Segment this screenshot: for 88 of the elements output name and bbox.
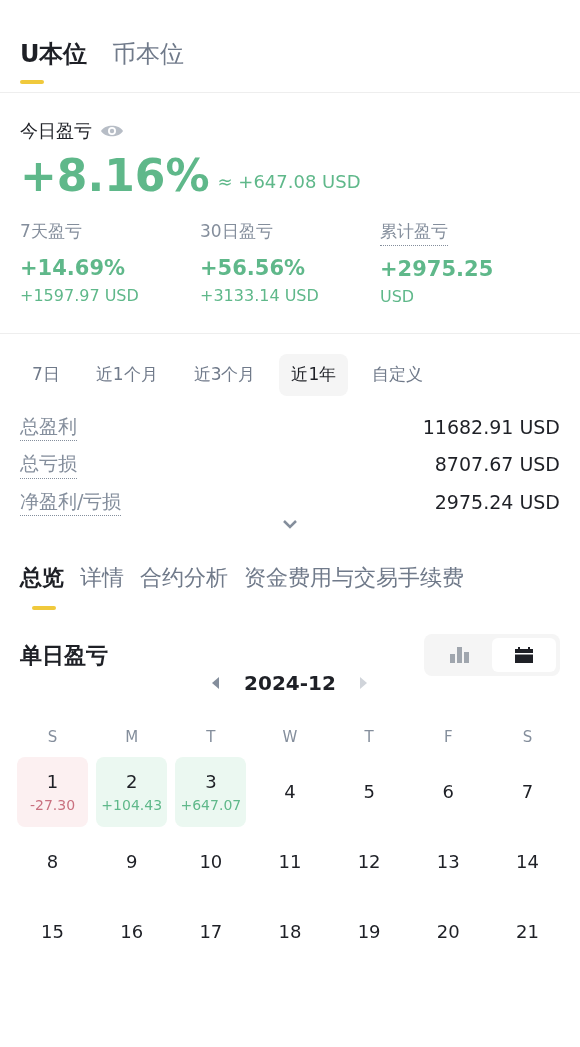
calendar-day[interactable]: 8 xyxy=(17,826,89,897)
section-tab[interactable]: 资金费用与交易手续费 xyxy=(244,561,464,610)
weekday-label: F xyxy=(442,727,454,748)
day-number: 12 xyxy=(357,850,381,874)
today-pnl-percent: +8.16% xyxy=(20,149,210,203)
summary-label: 净盈利/亏损 xyxy=(20,486,122,516)
bar-chart-icon xyxy=(450,647,470,663)
day-number: 5 xyxy=(363,780,375,804)
calendar-day[interactable]: 20 xyxy=(412,896,484,967)
weekday-label: M xyxy=(124,727,140,748)
summary-value: 2975.24 USD xyxy=(434,489,560,515)
calendar-day[interactable]: 12 xyxy=(333,826,405,897)
day-number: 14 xyxy=(515,850,539,874)
calendar-view-button[interactable] xyxy=(492,638,556,672)
calendar-day[interactable]: 15 xyxy=(17,896,89,967)
calendar-day[interactable]: 16 xyxy=(96,896,168,967)
day-number: 2 xyxy=(126,769,138,794)
day-pnl: -27.30 xyxy=(30,795,76,815)
summary-label: 总盈利 xyxy=(20,411,77,441)
calendar-day[interactable]: 9 xyxy=(96,826,168,897)
calendar-day[interactable]: 1 -27.30 xyxy=(17,756,89,827)
day-number: 15 xyxy=(41,920,64,944)
calendar-day[interactable]: 10 xyxy=(175,826,247,897)
day-number: 11 xyxy=(278,850,302,874)
summary-value: 8707.67 USD xyxy=(434,452,560,477)
day-number: 7 xyxy=(521,780,534,804)
summary-value: 11682.91 USD xyxy=(422,414,560,440)
day-number: 10 xyxy=(199,850,223,874)
period-percent: +14.69% xyxy=(20,254,126,282)
calendar-day[interactable]: 13 xyxy=(412,826,484,897)
daily-pnl-title: 单日盈亏 xyxy=(20,641,108,670)
day-number: 6 xyxy=(442,780,454,804)
range-tab[interactable]: 7日 xyxy=(20,354,72,396)
day-number: 1 xyxy=(46,769,59,794)
day-number: 4 xyxy=(284,780,296,804)
calendar-day[interactable]: 3 +647.07 xyxy=(175,756,247,827)
day-pnl: +647.07 xyxy=(180,795,242,815)
period-amount: USD xyxy=(380,286,415,308)
day-number: 8 xyxy=(46,850,59,874)
calendar-day[interactable]: 5 xyxy=(333,756,405,827)
period-amount: +3133.14 USD xyxy=(200,285,319,307)
calendar-day[interactable]: 19 xyxy=(333,896,405,967)
period-percent: +2975.25 xyxy=(380,255,494,283)
range-tab[interactable]: 近3个月 xyxy=(181,354,268,396)
period-label: 7天盈亏 xyxy=(20,220,82,243)
weekday-label: S xyxy=(46,727,59,748)
day-number: 3 xyxy=(205,769,217,794)
previous-month-icon[interactable] xyxy=(212,677,221,689)
day-number: 21 xyxy=(515,920,539,944)
today-pnl-label: 今日盈亏 xyxy=(20,119,92,143)
weekday-label: T xyxy=(363,727,375,748)
calendar-day[interactable]: 7 xyxy=(491,756,563,827)
calendar-day[interactable]: 6 xyxy=(412,756,484,827)
day-number: 20 xyxy=(436,920,460,944)
calendar-day[interactable]: 11 xyxy=(254,826,326,897)
day-number: 13 xyxy=(436,850,460,874)
currency-tab[interactable]: U本位 xyxy=(20,36,88,84)
calendar-day[interactable]: 14 xyxy=(491,826,563,897)
period-label: 累计盈亏 xyxy=(380,219,448,246)
calendar-day[interactable]: 17 xyxy=(175,896,247,967)
day-pnl: +104.43 xyxy=(101,795,163,815)
weekday-label: W xyxy=(281,727,299,748)
calendar-day[interactable]: 21 xyxy=(491,896,563,967)
period-amount: +1597.97 USD xyxy=(20,285,139,307)
period-label: 30日盈亏 xyxy=(200,220,273,243)
month-label: 2024-12 xyxy=(244,670,336,697)
weekday-label: T xyxy=(205,727,217,748)
range-tab[interactable]: 自定义 xyxy=(360,354,436,396)
chevron-down-icon[interactable] xyxy=(283,520,297,529)
range-tab[interactable]: 近1年 xyxy=(279,354,349,396)
summary-label: 总亏损 xyxy=(20,449,77,479)
day-number: 9 xyxy=(126,850,138,874)
calendar-day[interactable]: 18 xyxy=(254,896,326,967)
day-number: 16 xyxy=(120,920,144,944)
weekday-label: S xyxy=(521,727,534,748)
currency-tab[interactable]: 币本位 xyxy=(111,36,184,84)
day-number: 18 xyxy=(278,920,302,944)
period-percent: +56.56% xyxy=(200,254,306,282)
section-tab[interactable]: 详情 xyxy=(80,561,124,610)
calendar-icon xyxy=(515,647,533,663)
day-number: 17 xyxy=(199,920,223,944)
calendar-day[interactable]: 4 xyxy=(254,756,326,827)
range-tab[interactable]: 近1个月 xyxy=(83,354,170,396)
day-number: 19 xyxy=(357,920,381,944)
section-tab[interactable]: 合约分析 xyxy=(140,561,228,610)
today-pnl-amount: ≈ +647.08 USD xyxy=(217,170,361,194)
section-tab[interactable]: 总览 xyxy=(20,561,64,610)
calendar-day[interactable]: 2 +104.43 xyxy=(96,756,168,827)
